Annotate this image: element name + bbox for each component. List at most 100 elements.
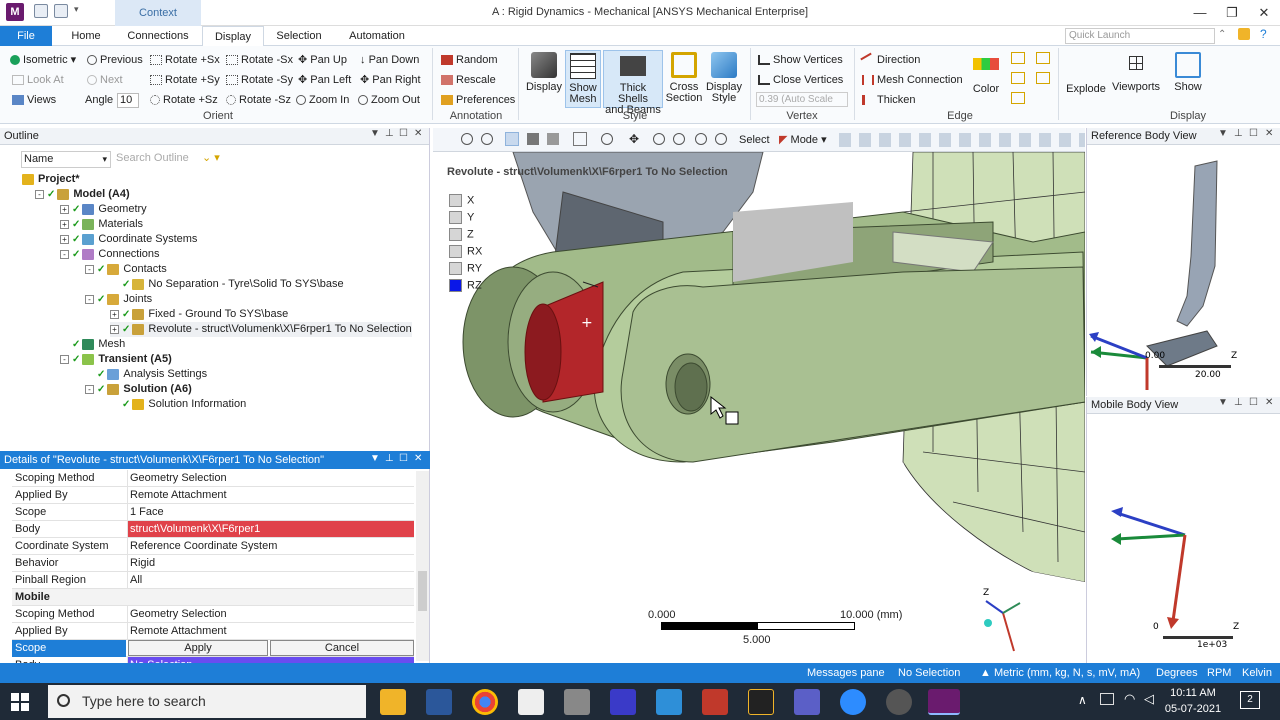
tree-node[interactable]: - ✓ Joints bbox=[85, 292, 152, 307]
selection-filter-icons[interactable] bbox=[839, 133, 1085, 147]
show-vertices-button[interactable]: Show Vertices bbox=[758, 51, 843, 69]
minimize-icon[interactable]: — bbox=[1186, 4, 1214, 22]
thick-shells-button[interactable]: Thick Shells and Beams bbox=[603, 50, 663, 116]
rotate-plus-sz-button[interactable]: Rotate +Sz bbox=[150, 91, 218, 109]
isometric-button[interactable]: Isometric ▾ bbox=[10, 51, 76, 69]
details-value[interactable]: Geometry Selection bbox=[127, 470, 414, 486]
pin-icon[interactable]: ⊥ bbox=[1234, 397, 1243, 408]
quick-launch-input[interactable]: Quick Launch bbox=[1065, 28, 1215, 44]
messages-pane-button[interactable]: Messages pane bbox=[807, 663, 885, 683]
rotate-minus-sx-button[interactable]: Rotate -Sx bbox=[226, 51, 293, 69]
edge-style-icon[interactable] bbox=[1036, 72, 1050, 84]
details-row[interactable]: Mobile bbox=[12, 589, 414, 606]
zoom-app-icon[interactable] bbox=[840, 689, 866, 715]
expand-icon[interactable]: + bbox=[60, 234, 69, 244]
show-button[interactable]: Show bbox=[1168, 52, 1208, 93]
tree-node[interactable]: + ✓ Fixed - Ground To SYS\base bbox=[110, 307, 288, 322]
details-value[interactable]: All bbox=[127, 572, 414, 588]
units-button[interactable]: ▲ Metric (mm, kg, N, s, mV, mA) bbox=[980, 663, 1140, 683]
zoom-in-icon[interactable] bbox=[653, 133, 665, 145]
display-style-button[interactable]: Display Style bbox=[704, 52, 744, 104]
tree-node[interactable]: + ✓ Materials bbox=[60, 217, 143, 232]
system-clock[interactable]: 10:11 AM 05-07-2021 bbox=[1160, 685, 1226, 717]
mechanical-taskbar-icon[interactable] bbox=[928, 689, 960, 715]
reference-body-graphics[interactable]: 0.00 20.00 Z bbox=[1087, 146, 1280, 396]
tree-node[interactable]: - ✓ Model (A4) bbox=[35, 187, 130, 202]
details-close-icon[interactable]: ✕ bbox=[414, 453, 422, 464]
expand-icon[interactable]: + bbox=[110, 309, 119, 319]
close-vertices-button[interactable]: Close Vertices bbox=[758, 71, 843, 89]
details-value[interactable]: Geometry Selection bbox=[127, 606, 414, 622]
show-mesh-button[interactable]: Show Mesh bbox=[565, 50, 601, 108]
tree-node[interactable]: - ✓ Contacts bbox=[85, 262, 167, 277]
details-value[interactable]: struct\Volumenk\X\F6rper1 bbox=[127, 521, 414, 537]
tree-node[interactable]: + ✓ Coordinate Systems bbox=[60, 232, 197, 247]
pan-up-button[interactable]: ✥ Pan Up bbox=[298, 51, 347, 69]
edge-style-icon[interactable] bbox=[1011, 92, 1025, 104]
rotate-minus-sy-button[interactable]: Rotate -Sy bbox=[226, 71, 293, 89]
file-explorer-icon[interactable] bbox=[380, 689, 406, 715]
explode-button[interactable]: Explode bbox=[1064, 58, 1108, 95]
zoom-fit-icon[interactable] bbox=[695, 133, 707, 145]
maximize-icon[interactable]: ☐ bbox=[1249, 128, 1258, 139]
zoom-out-button[interactable]: Zoom Out bbox=[358, 91, 420, 109]
pane-close-icon[interactable]: ✕ bbox=[414, 128, 422, 139]
tree-node[interactable]: + ✓ Revolute - struct\Volumenk\X\F6rper1 T… bbox=[110, 322, 412, 337]
obs-icon[interactable] bbox=[886, 689, 912, 715]
word-icon[interactable] bbox=[426, 689, 452, 715]
details-row[interactable]: Scope Apply Cancel bbox=[12, 640, 414, 657]
tab-display[interactable]: Display bbox=[202, 26, 264, 47]
pane-close-icon[interactable]: ✕ bbox=[1265, 128, 1273, 139]
cross-section-button[interactable]: Cross Section bbox=[665, 52, 703, 104]
help-icon[interactable]: ? bbox=[1260, 27, 1267, 41]
angle-input[interactable]: 10 bbox=[117, 93, 139, 108]
autodesk-icon[interactable] bbox=[748, 689, 774, 715]
zoom-out-icon[interactable] bbox=[673, 133, 685, 145]
pin-icon[interactable]: ⊥ bbox=[385, 128, 394, 139]
wifi-icon[interactable]: ◠ bbox=[1124, 691, 1135, 707]
file-tab[interactable]: File bbox=[0, 26, 52, 46]
outline-filter-select[interactable]: Name ▾ bbox=[21, 151, 111, 168]
pan-icon[interactable]: ✥ bbox=[629, 132, 639, 146]
chrome-icon[interactable] bbox=[472, 689, 498, 715]
axis-triad[interactable]: Z bbox=[978, 583, 1028, 653]
details-value[interactable]: 1 Face bbox=[127, 504, 414, 520]
tree-node[interactable]: ✓ Analysis Settings bbox=[85, 367, 207, 382]
tab-home[interactable]: Home bbox=[62, 26, 110, 46]
tree-node[interactable]: ✓ Solution Information bbox=[110, 397, 246, 412]
network-tray-icon[interactable] bbox=[1100, 693, 1114, 705]
acrobat-icon[interactable] bbox=[702, 689, 728, 715]
tree-node[interactable]: + ✓ Geometry bbox=[60, 202, 147, 217]
details-dropdown-icon[interactable]: ▼ bbox=[370, 453, 380, 464]
previous-button[interactable]: Previous bbox=[87, 51, 143, 69]
random-button[interactable]: Random bbox=[441, 51, 498, 69]
pan-down-button[interactable]: ↓ Pan Down bbox=[360, 51, 419, 69]
pane-dropdown-icon[interactable]: ▼ bbox=[1218, 397, 1228, 408]
look-at-button[interactable]: Look At bbox=[12, 71, 64, 89]
expand-icon[interactable]: + bbox=[110, 324, 119, 334]
next-button[interactable]: Next bbox=[87, 71, 123, 89]
collapse-icon[interactable]: - bbox=[85, 294, 94, 304]
mail-icon[interactable] bbox=[656, 689, 682, 715]
details-scrollbar[interactable] bbox=[416, 471, 429, 661]
auto-scale-select[interactable]: 0.39 (Auto Scale bbox=[756, 92, 848, 107]
preferences-button[interactable]: Preferences bbox=[441, 91, 515, 109]
details-row[interactable]: Body struct\Volumenk\X\F6rper1 bbox=[12, 521, 414, 538]
details-value[interactable]: Rigid bbox=[127, 555, 414, 571]
app-icon[interactable]: M bbox=[6, 3, 24, 21]
direction-button[interactable]: Direction bbox=[860, 51, 920, 69]
details-row[interactable]: Behavior Rigid bbox=[12, 555, 414, 572]
ansys-workbench-icon[interactable] bbox=[518, 689, 544, 715]
display-button[interactable]: Display bbox=[524, 52, 564, 93]
rpm-button[interactable]: RPM bbox=[1207, 663, 1231, 683]
collapse-icon[interactable]: - bbox=[60, 354, 69, 364]
tray-overflow-icon[interactable]: ∧ bbox=[1078, 693, 1087, 707]
collapse-icon[interactable]: - bbox=[60, 249, 69, 259]
rotate-plus-sx-button[interactable]: Rotate +Sx bbox=[150, 51, 220, 69]
tree-node[interactable]: ✓ No Separation - Tyre\Solid To SYS\base bbox=[110, 277, 344, 292]
maximize-icon[interactable]: ☐ bbox=[399, 128, 408, 139]
pan-left-button[interactable]: ✥ Pan Left bbox=[298, 71, 351, 89]
kelvin-button[interactable]: Kelvin bbox=[1242, 663, 1272, 683]
degrees-button[interactable]: Degrees bbox=[1156, 663, 1198, 683]
color-button[interactable]: Color bbox=[968, 58, 1004, 95]
